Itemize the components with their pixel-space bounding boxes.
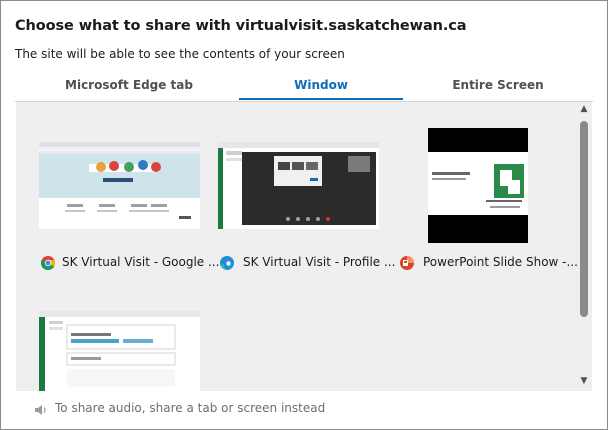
share-screen-dialog: Choose what to share with virtualvisit.s… xyxy=(0,0,608,430)
window-thumbnail-powerpoint[interactable] xyxy=(428,128,528,243)
audio-share-note: To share audio, share a tab or screen in… xyxy=(55,401,326,415)
dialog-footer: To share audio, share a tab or screen in… xyxy=(16,391,592,427)
window-label-edge: SK Virtual Visit - Profile ... xyxy=(243,255,396,269)
dialog-subtitle: The site will be able to see the content… xyxy=(15,47,345,61)
window-thumbnail-chrome[interactable] xyxy=(39,142,200,229)
dialog-title: Choose what to share with virtualvisit.s… xyxy=(15,18,467,34)
window-thumbnail-app[interactable] xyxy=(39,311,200,391)
window-thumbnail-edge[interactable] xyxy=(218,142,379,229)
edge-window-preview xyxy=(218,142,379,229)
chrome-icon xyxy=(41,255,56,270)
powerpoint-window-preview xyxy=(428,128,528,243)
window-list-scrollbar[interactable]: ▲ ▼ xyxy=(576,102,592,391)
chrome-window-preview xyxy=(39,142,200,229)
share-tabs: Microsoft Edge tab Window Entire Screen xyxy=(15,71,593,102)
app-window-preview xyxy=(39,311,200,391)
tab-edge-tab[interactable]: Microsoft Edge tab xyxy=(59,71,199,101)
selected-tab-indicator xyxy=(239,98,403,100)
scrollbar-thumb[interactable] xyxy=(580,121,588,317)
scroll-up-arrow[interactable]: ▲ xyxy=(580,104,588,114)
speaker-icon xyxy=(34,402,48,416)
window-label-powerpoint: PowerPoint Slide Show -... xyxy=(423,255,578,269)
tab-entire-screen[interactable]: Entire Screen xyxy=(433,71,563,101)
edge-icon xyxy=(220,255,234,270)
powerpoint-icon xyxy=(400,255,414,270)
tab-window[interactable]: Window xyxy=(239,71,403,101)
window-label-chrome: SK Virtual Visit - Google ... xyxy=(62,255,220,269)
scroll-down-arrow[interactable]: ▼ xyxy=(580,376,588,386)
window-list: SK Virtual Visit - Google ... SK Virtual… xyxy=(16,102,592,391)
